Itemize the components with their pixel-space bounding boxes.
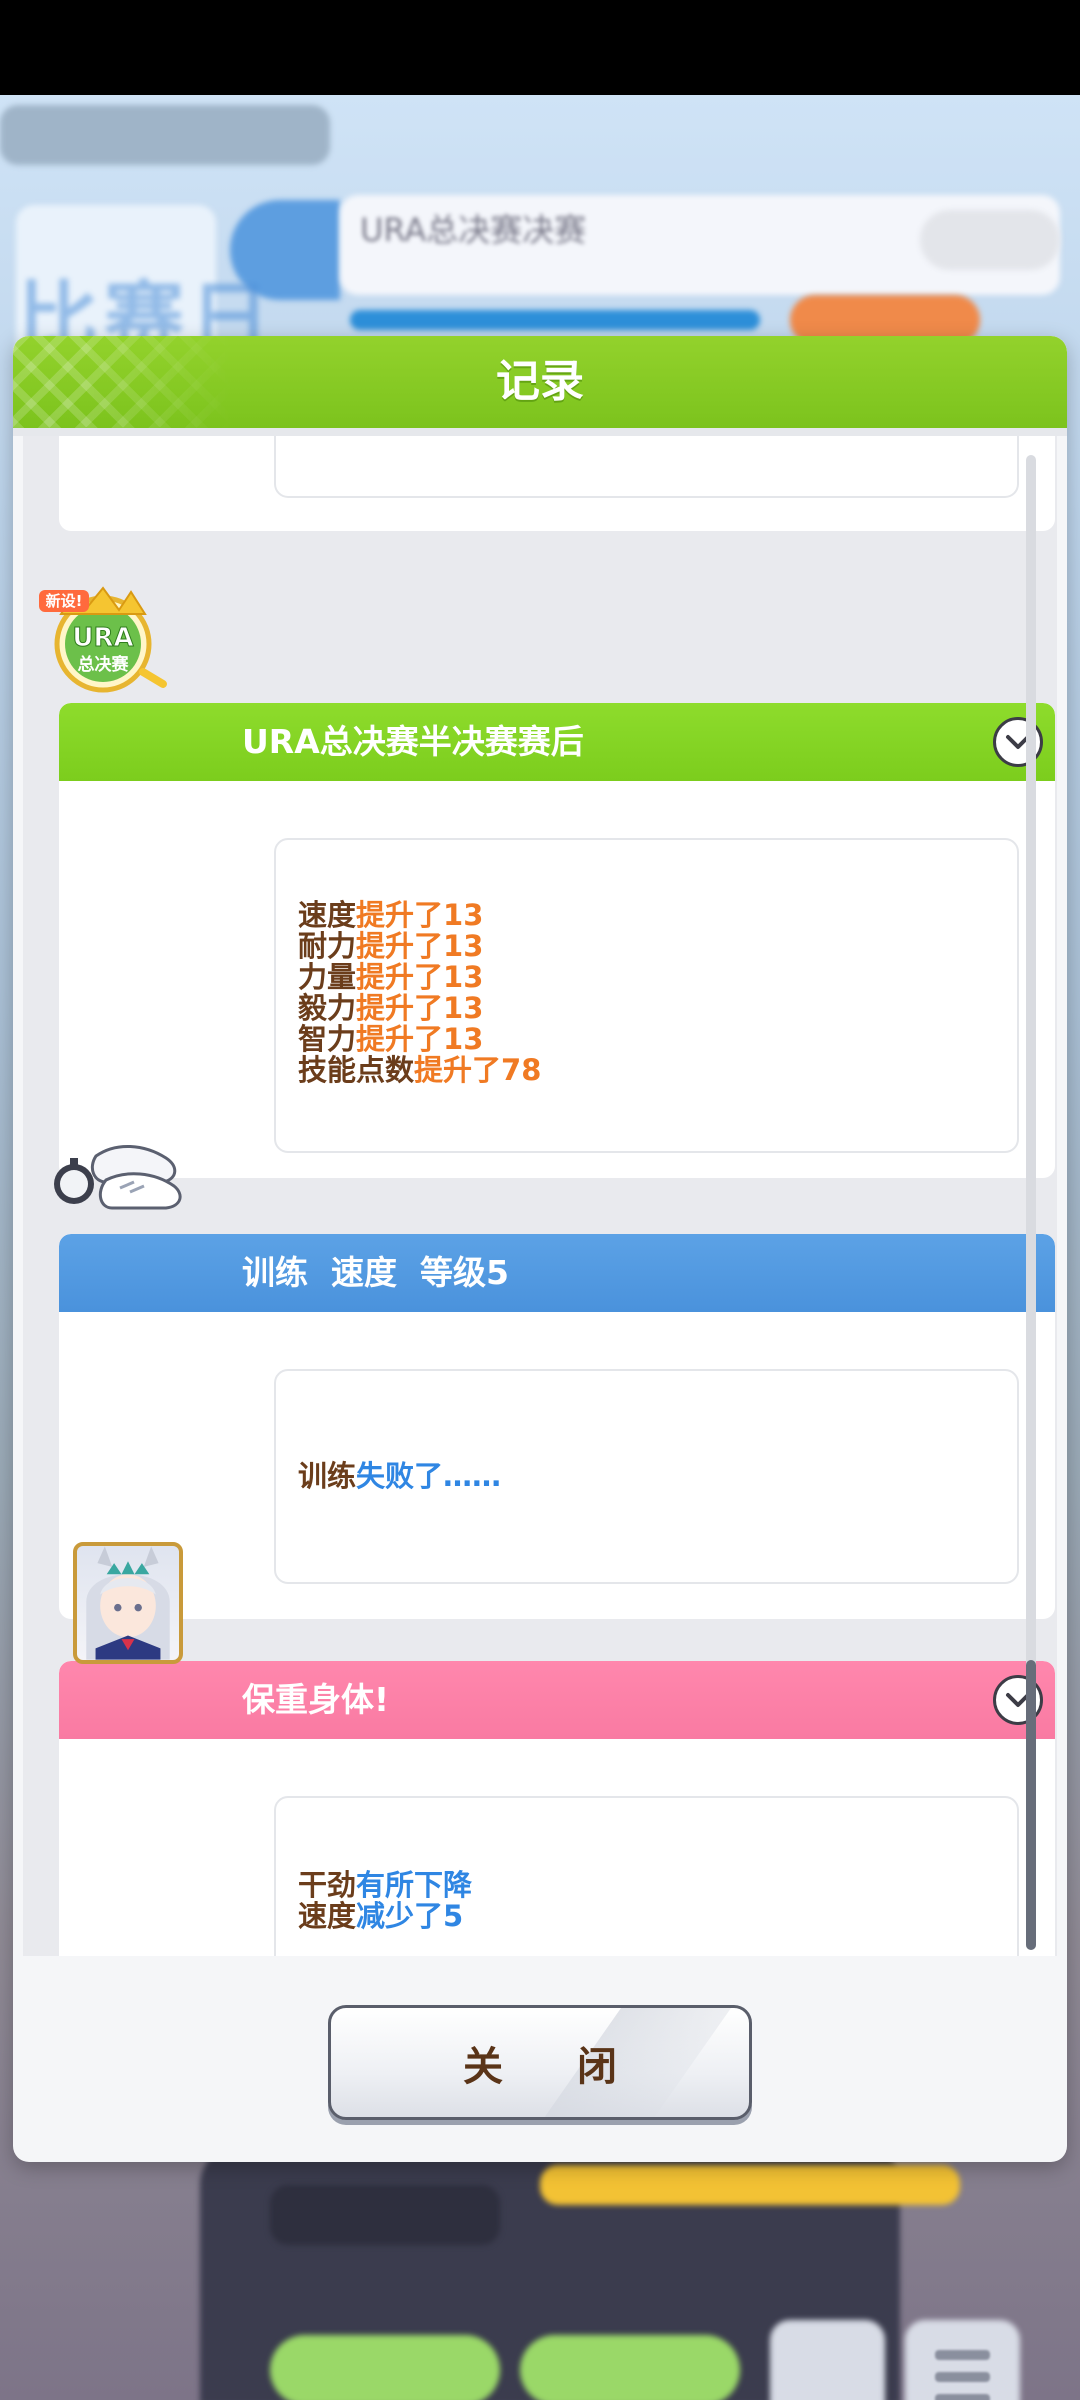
record-card-training: 训练 速度 等级5 训练失败了…… xyxy=(59,1234,1055,1619)
record-content: 训练失败了…… xyxy=(274,1369,1019,1584)
menu-icon xyxy=(935,2350,990,2400)
stat-line: 智力提升了13 xyxy=(298,1022,484,1056)
stat-line: 力量提升了13 xyxy=(298,960,484,994)
record-content: 干劲有所下降 速度减少了5 xyxy=(274,1796,1019,1956)
character-avatar xyxy=(73,1542,183,1664)
shoes-stopwatch-icon xyxy=(54,1144,182,1210)
record-card-event: 保重身体! 干劲有所下降 速度减少了5 xyxy=(59,1661,1055,1956)
status-bar xyxy=(0,0,1080,95)
stat-line: 干劲有所下降 xyxy=(298,1868,473,1902)
record-title: URA总决赛半决赛赛后 xyxy=(242,722,584,761)
record-title: 保重身体! xyxy=(242,1680,390,1719)
record-card-previous xyxy=(59,436,1055,531)
stat-line: 技能点数提升了78 xyxy=(298,1053,542,1087)
record-banner: 训练 速度 等级5 xyxy=(59,1234,1055,1312)
stat-line: 耐力提升了13 xyxy=(298,929,484,963)
svg-text:总决赛: 总决赛 xyxy=(78,654,130,675)
record-lines: 速度提升了13 耐力提升了13 力量提升了13 毅力提升了13 智力提升了13 … xyxy=(298,900,541,1086)
svg-text:URA: URA xyxy=(72,623,133,653)
close-button[interactable]: 关 闭 xyxy=(328,2005,752,2120)
race-info-text: URA总决赛决赛 xyxy=(360,211,587,249)
stat-line: 训练失败了…… xyxy=(298,1459,502,1493)
ura-finals-badge-icon: 新设! URA 总决赛 xyxy=(39,586,167,693)
record-card-ura: URA总决赛半决赛赛后 速度提升了13 耐力提升了13 力量提升了13 毅力提升… xyxy=(59,703,1055,1178)
dialog-title: 记录 xyxy=(496,356,584,407)
scrollbar-thumb[interactable] xyxy=(1026,1660,1036,1950)
stat-line: 速度提升了13 xyxy=(298,898,484,932)
record-content: 速度提升了13 耐力提升了13 力量提升了13 毅力提升了13 智力提升了13 … xyxy=(274,838,1019,1153)
character-portrait-icon xyxy=(86,1546,170,1660)
record-banner: 保重身体! xyxy=(59,1661,1055,1739)
svg-text:新设!: 新设! xyxy=(46,592,83,610)
close-button-label: 关 闭 xyxy=(463,2043,647,2090)
record-lines: 干劲有所下降 速度减少了5 xyxy=(298,1870,472,1932)
stat-line: 毅力提升了13 xyxy=(298,991,484,1025)
record-banner: URA总决赛半决赛赛后 xyxy=(59,703,1055,781)
record-title: 训练 速度 等级5 xyxy=(242,1253,509,1292)
dialog-header: 记录 xyxy=(13,336,1067,428)
record-lines: 训练失败了…… xyxy=(298,1461,501,1492)
stat-line: 速度减少了5 xyxy=(298,1899,464,1933)
